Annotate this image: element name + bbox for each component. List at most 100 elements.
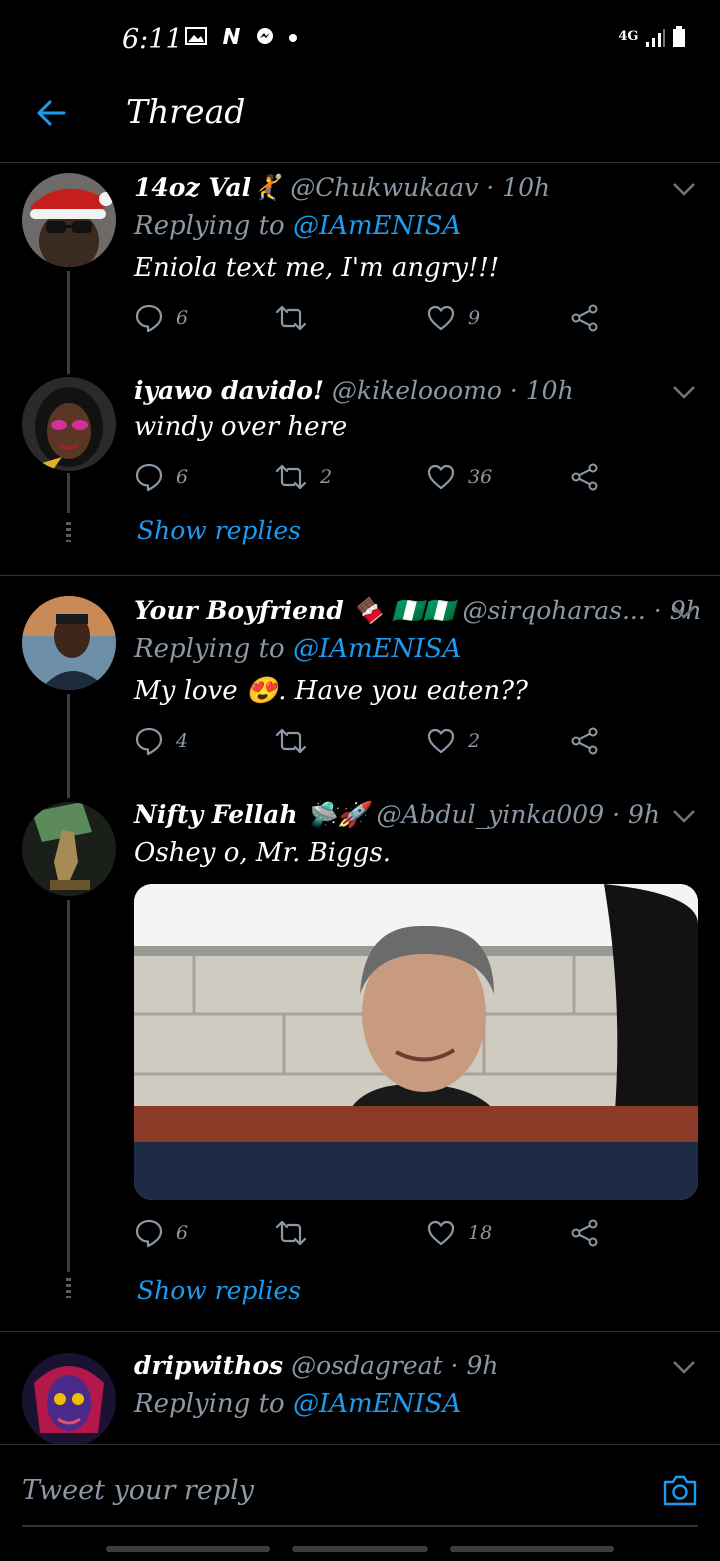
display-name[interactable]: iyawo davido! [134,376,324,405]
avatar[interactable] [22,377,116,471]
avatar-image [22,1353,116,1447]
avatar[interactable] [22,1353,116,1447]
nav-pill[interactable] [106,1546,270,1552]
handle[interactable]: @sirqoharas... [462,596,645,625]
replying-to-handle[interactable]: @IAmENISA [293,634,461,664]
battery-icon [673,26,685,47]
retweet-button[interactable]: 2 [274,462,332,492]
image-icon [185,27,207,45]
like-count: 36 [468,466,493,488]
replying-to-label: Replying to [134,634,285,664]
heart-icon [427,464,455,490]
like-button[interactable]: 2 [426,726,480,756]
dot-icon [289,34,297,42]
retweet-icon [275,728,307,754]
heart-icon [427,305,455,331]
reply-input[interactable]: Tweet your reply [22,1475,254,1506]
avatar[interactable] [22,173,116,267]
dot-separator: · [653,596,662,625]
status-notification-icons [185,26,298,52]
display-name[interactable]: Your Boyfriend 🍫 🇳🇬🇳🇬 [134,596,455,625]
chevron-down-icon[interactable] [672,604,696,620]
reply-count: 6 [176,307,189,329]
camera-icon[interactable] [662,1473,698,1507]
show-replies-link[interactable]: Show replies [137,1276,301,1305]
divider [0,575,720,576]
photo-image [134,884,698,1200]
nav-pill[interactable] [292,1546,428,1552]
handle[interactable]: @osdagreat [291,1351,443,1380]
reply-button[interactable]: 6 [134,303,188,333]
timestamp: 9h [627,800,660,829]
avatar-image [22,802,116,896]
network-label: 4G [618,29,639,44]
share-button[interactable] [570,726,612,756]
reply-count: 6 [176,1222,189,1244]
tweet-actions: 4 2 [134,726,614,766]
like-button[interactable]: 9 [426,303,480,333]
input-underline [22,1525,698,1527]
retweet-button[interactable] [274,303,320,333]
heart-icon [427,1220,455,1246]
reply-button[interactable]: 4 [134,726,188,756]
replying-to: Replying to @IAmENISA [134,211,461,241]
replying-to: Replying to @IAmENISA [134,1389,461,1419]
replying-to-handle[interactable]: @IAmENISA [293,1389,461,1419]
like-count: 2 [468,730,481,752]
share-button[interactable] [570,1218,612,1248]
like-button[interactable]: 18 [426,1218,492,1248]
reply-button[interactable]: 6 [134,1218,188,1248]
messenger-icon [257,28,273,44]
show-replies-link[interactable]: Show replies [137,516,301,545]
avatar[interactable] [22,596,116,690]
tweet-actions: 6 2 36 [134,462,614,502]
divider [0,1331,720,1332]
avatar[interactable] [22,802,116,896]
share-icon [571,1219,598,1247]
handle[interactable]: @kikelooomo [332,376,502,405]
retweet-count: 2 [320,466,333,488]
more-replies-dots [66,1278,71,1298]
like-count: 18 [468,1222,493,1244]
retweet-icon [275,305,307,331]
dot-separator: · [509,376,518,405]
reply-count: 4 [176,730,189,752]
heart-icon [427,728,455,754]
tweet-text: My love 😍. Have you eaten?? [134,676,528,706]
display-name[interactable]: dripwithos [134,1351,283,1380]
reply-icon [135,304,163,333]
nav-pill[interactable] [450,1546,614,1552]
chevron-down-icon[interactable] [672,808,696,824]
retweet-button[interactable] [274,726,320,756]
thread-connector [67,473,70,513]
tweet-photo[interactable] [134,884,698,1200]
replying-to: Replying to @IAmENISA [134,634,461,664]
chevron-down-icon[interactable] [672,1359,696,1375]
replying-to-label: Replying to [134,1389,285,1419]
share-button[interactable] [570,303,612,333]
handle[interactable]: @Chukwukaav [290,173,478,202]
dot-separator: · [612,800,621,829]
share-icon [571,463,598,491]
back-arrow-icon[interactable] [34,96,68,130]
display-name[interactable]: Nifty Fellah 🛸🚀 [134,800,369,829]
retweet-button[interactable] [274,1218,320,1248]
chevron-down-icon[interactable] [672,384,696,400]
replying-to-handle[interactable]: @IAmENISA [293,211,461,241]
chevron-down-icon[interactable] [672,181,696,197]
tweet-actions: 6 9 [134,303,614,343]
reply-icon [135,463,163,492]
n-icon [223,28,240,44]
reply-icon [135,1219,163,1248]
reply-button[interactable]: 6 [134,462,188,492]
like-count: 9 [468,307,481,329]
like-button[interactable]: 36 [426,462,492,492]
handle[interactable]: @Abdul_yinka009 [376,800,604,829]
display-name[interactable]: 14oz Val🤾 [134,173,282,202]
share-button[interactable] [570,462,612,492]
tweet-header: Nifty Fellah 🛸🚀 @Abdul_yinka009 · 9h [134,800,660,830]
more-replies-dots [66,522,71,542]
tweet-header: Your Boyfriend 🍫 🇳🇬🇳🇬 @sirqoharas... · 9… [134,596,702,626]
timestamp: 9h [466,1351,499,1380]
tweet-header: dripwithos @osdagreat · 9h [134,1351,498,1380]
